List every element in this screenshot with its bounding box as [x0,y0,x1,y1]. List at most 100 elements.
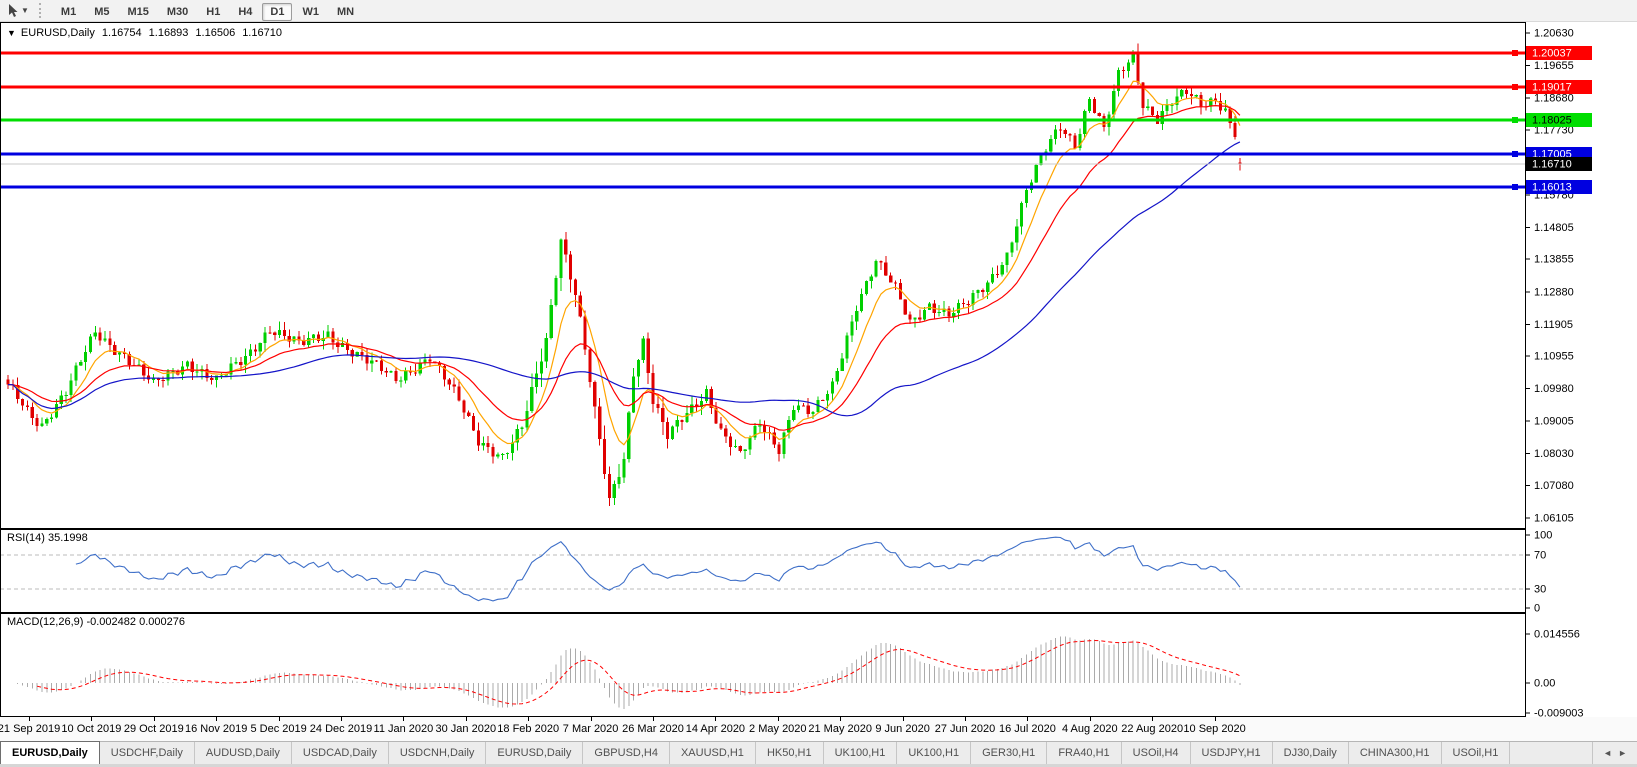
date-label: 2 May 2020 [749,723,807,735]
date-label: 18 Feb 2020 [497,723,560,735]
timeframe-button-h4[interactable]: H4 [230,3,260,21]
date-label: 10 Sep 2020 [1183,723,1246,735]
price-chart-canvas[interactable]: 1.206301.196551.186801.177301.157801.148… [0,22,1637,529]
date-tick [91,717,93,721]
svg-text:0.00: 0.00 [1534,678,1555,690]
svg-text:1.12880: 1.12880 [1534,286,1574,298]
date-label: 29 Oct 2019 [123,723,184,735]
chart-tab-dj30-daily[interactable]: DJ30,Daily [1273,742,1349,764]
chart-title: EURUSD,Daily [20,27,95,39]
date-tick [153,717,155,721]
date-label: 5 Dec 2019 [250,723,307,735]
timeframe-button-group: M1 M5 M15 M30 H1 H4 D1 W1 MN [52,2,363,21]
timeframe-button-m30[interactable]: M30 [159,3,196,21]
timeframe-button-m1[interactable]: M1 [53,3,84,21]
date-label: 21 Sep 2019 [0,723,61,735]
date-label: 7 Mar 2020 [562,723,619,735]
chart-tab-xauusd-h1[interactable]: XAUUSD,H1 [670,742,756,764]
date-tick [528,717,530,721]
date-axis: 21 Sep 2019 10 Oct 2019 29 Oct 2019 16 Nov … [0,717,1637,741]
date-tick [965,717,966,721]
chart-tab-usoil-h1[interactable]: USOil,H1 [1442,742,1511,764]
date-label: 24 Dec 2019 [309,723,373,735]
chart-tab-uk100-h1[interactable]: UK100,H1 [897,742,972,764]
svg-text:1.18680: 1.18680 [1534,93,1574,105]
chart-tab-usdcad-daily[interactable]: USDCAD,Daily [292,742,389,764]
chart-tab-audusd-daily[interactable]: AUDUSD,Daily [195,742,292,764]
svg-text:-0.009003: -0.009003 [1534,708,1584,718]
svg-text:1.20037: 1.20037 [1532,47,1572,59]
svg-text:1.18025: 1.18025 [1532,115,1572,127]
chart-tab-ger30-h1[interactable]: GER30,H1 [971,742,1048,764]
chart-title-bar: ▼ EURUSD,Daily 1.16754 1.16893 1.16506 1.1671… [7,27,282,39]
ohlc-low: 1.16506 [195,27,236,39]
date-label: 22 Aug 2020 [1121,723,1184,735]
chart-tab-usoil-h4[interactable]: USOil,H4 [1122,742,1191,764]
svg-text:30: 30 [1534,583,1546,595]
date-tick [902,717,904,721]
date-tick [777,717,779,721]
svg-text:1.19017: 1.19017 [1532,81,1572,93]
chart-tab-fra40-h1[interactable]: FRA40,H1 [1047,742,1122,764]
date-tick [653,717,654,721]
pointer-cursor-icon [9,4,18,17]
tab-scroll-right-icon[interactable]: ► [1618,748,1627,758]
chart-tab-hk50-h1[interactable]: HK50,H1 [756,742,824,764]
svg-text:1.14805: 1.14805 [1534,222,1574,234]
cursor-tool-button[interactable]: ▼ [0,3,33,18]
date-tick [278,717,280,721]
svg-text:1.16013: 1.16013 [1532,182,1572,194]
svg-text:0: 0 [1534,603,1540,614]
date-label: 9 Jun 2020 [875,723,930,735]
date-tick [1089,717,1091,721]
rsi-panel-canvas[interactable]: 100 70 30 0 [0,529,1637,613]
date-tick [1027,717,1029,721]
chart-tab-uk100-h1[interactable]: UK100,H1 [824,742,898,764]
svg-text:1.07080: 1.07080 [1534,480,1574,492]
chart-tab-eurusd-daily[interactable]: EURUSD,Daily [0,741,100,764]
date-tick [216,717,218,721]
ohlc-open: 1.16754 [101,27,142,39]
toolbar-drag-handle[interactable] [38,3,44,18]
date-label: 11 Jan 2020 [373,723,434,735]
date-label: 4 Aug 2020 [1061,723,1118,735]
date-label: 16 Jul 2020 [998,723,1056,735]
chart-tab-gbpusd-h4[interactable]: GBPUSD,H4 [583,742,670,764]
chart-tab-usdcnh-daily[interactable]: USDCNH,Daily [389,742,487,764]
top-toolbar: ▼ M1 M5 M15 M30 H1 H4 D1 W1 MN [0,0,1637,22]
date-label: 21 May 2020 [808,723,872,735]
rsi-label: RSI(14) 35.1998 [7,532,88,544]
chart-tab-usdchf-daily[interactable]: USDCHF,Daily [100,742,195,764]
svg-text:1.09005: 1.09005 [1534,416,1574,428]
date-tick [715,717,717,721]
date-tick [1152,717,1154,721]
svg-text:100: 100 [1534,530,1552,542]
macd-panel-canvas[interactable]: 0.014556 0.00 -0.009003 [0,613,1637,717]
svg-text:1.06105: 1.06105 [1534,513,1574,525]
timeframe-button-m5[interactable]: M5 [86,3,117,21]
timeframe-button-w1[interactable]: W1 [294,3,327,21]
date-label: 16 Nov 2019 [184,723,248,735]
date-tick [403,717,405,721]
tab-scroll-left-icon[interactable]: ◄ [1603,748,1612,758]
svg-text:1.13855: 1.13855 [1534,254,1574,266]
tab-scroll-buttons: ◄ ► [1592,742,1637,764]
macd-label: MACD(12,26,9) -0.002482 0.000276 [7,616,185,628]
date-tick [840,717,842,721]
timeframe-button-h1[interactable]: H1 [198,3,228,21]
timeframe-button-mn[interactable]: MN [329,3,362,21]
timeframe-button-m15[interactable]: M15 [119,3,156,21]
ohlc-high: 1.16893 [148,27,189,39]
ohlc-close: 1.16710 [242,27,282,39]
chart-tab-china300-h1[interactable]: CHINA300,H1 [1349,742,1442,764]
chart-tab-usdjpy-h1[interactable]: USDJPY,H1 [1191,742,1273,764]
svg-text:1.08030: 1.08030 [1534,448,1574,460]
cursor-dropdown-arrow-icon[interactable]: ▼ [21,6,29,15]
date-tick [29,717,30,721]
chart-dropdown-icon[interactable]: ▼ [7,28,16,38]
date-label: 30 Jan 2020 [435,723,497,735]
timeframe-button-d1[interactable]: D1 [262,2,293,21]
svg-text:1.20630: 1.20630 [1534,28,1574,40]
svg-text:70: 70 [1534,550,1546,562]
chart-tab-eurusd-daily[interactable]: EURUSD,Daily [486,742,584,764]
